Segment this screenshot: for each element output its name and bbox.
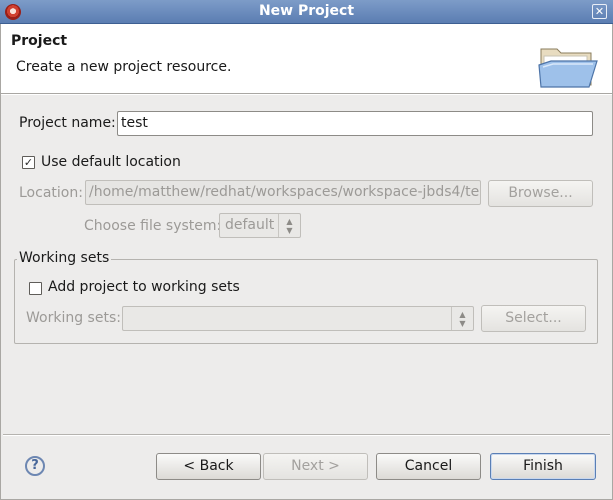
add-to-working-sets-label[interactable]: Add project to working sets (48, 279, 240, 295)
location-label: Location: (19, 185, 83, 201)
browse-button[interactable]: Browse... (488, 180, 593, 207)
next-button[interactable]: Next > (263, 453, 368, 480)
banner-description: Create a new project resource. (16, 59, 232, 75)
open-folder-icon (535, 37, 599, 93)
wizard-banner: Project Create a new project resource. (0, 24, 613, 93)
updown-chevron-icon: ▲ ▼ (278, 214, 300, 237)
project-name-label: Project name: (19, 115, 116, 131)
location-input[interactable]: /home/matthew/redhat/workspaces/workspac… (85, 180, 481, 205)
back-button[interactable]: < Back (156, 453, 261, 480)
use-default-location-label[interactable]: Use default location (41, 154, 181, 170)
banner-separator (0, 93, 613, 95)
finish-button[interactable]: Finish (490, 453, 596, 480)
project-name-input[interactable]: test (117, 111, 593, 136)
footer-separator (3, 434, 610, 436)
use-default-location-checkbox[interactable]: ✓ (22, 156, 35, 169)
window-frame-left (0, 24, 1, 500)
banner-title: Project (11, 33, 68, 49)
close-icon[interactable]: ✕ (592, 4, 607, 19)
help-icon[interactable]: ? (25, 456, 45, 476)
title-bar: New Project ✕ (0, 0, 613, 24)
working-sets-label: Working sets: (26, 310, 121, 326)
file-system-value: default (225, 217, 275, 233)
file-system-label: Choose file system: (84, 218, 222, 234)
add-to-working-sets-checkbox[interactable] (29, 282, 42, 295)
window-title: New Project (258, 3, 355, 19)
working-sets-group-title: Working sets (17, 250, 112, 266)
file-system-select[interactable]: default ▲ ▼ (219, 213, 301, 238)
updown-chevron-icon: ▲ ▼ (451, 307, 473, 330)
working-sets-select[interactable]: ▲ ▼ (122, 306, 474, 331)
cancel-button[interactable]: Cancel (376, 453, 481, 480)
select-working-sets-button[interactable]: Select... (481, 305, 586, 332)
